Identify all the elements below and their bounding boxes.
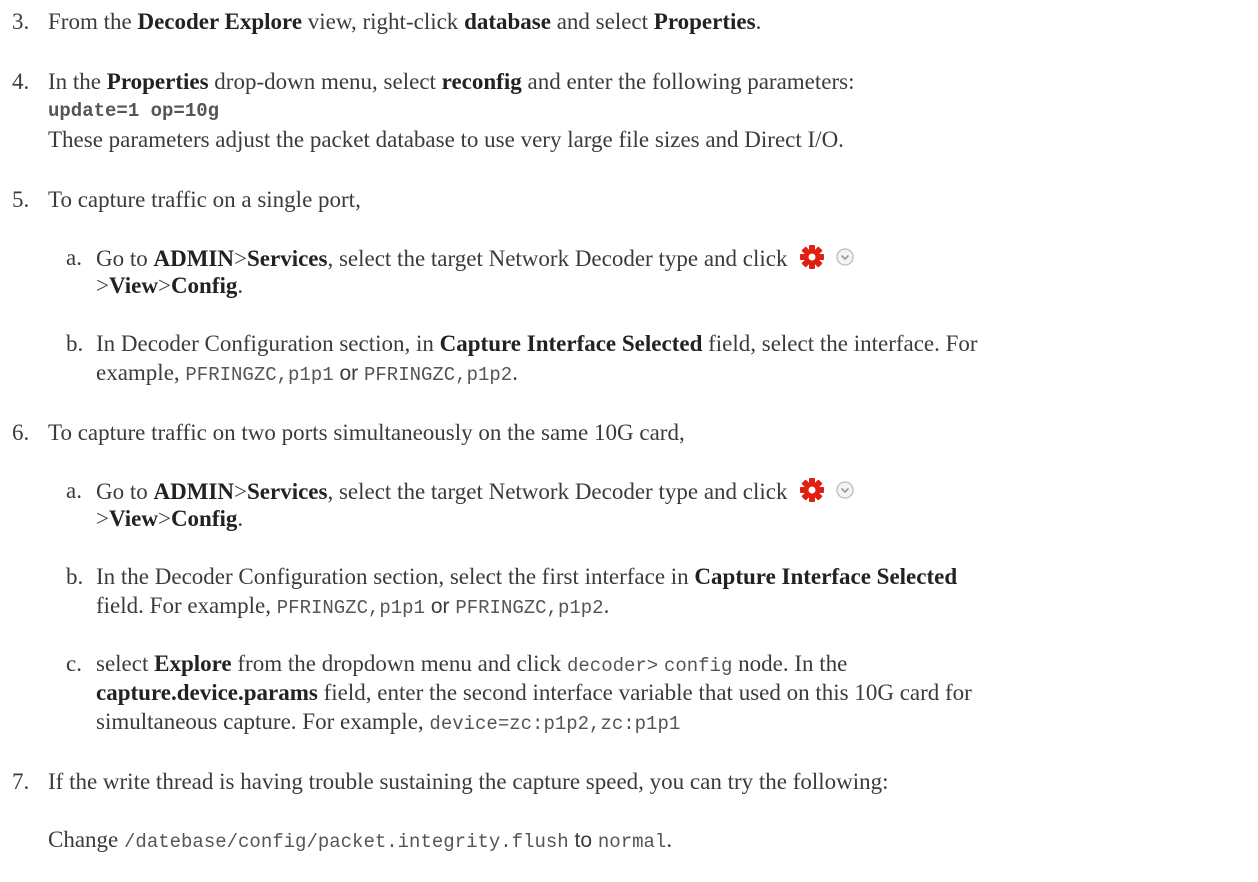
step-5b-cont: example, PFRINGZC,p1p1 or PFRINGZC,p1p2. [96, 360, 518, 386]
step-6b-text: In the Decoder Configuration section, se… [96, 564, 958, 589]
step-number: 5. [12, 187, 30, 212]
step-5b-text: In Decoder Configuration section, in Cap… [96, 331, 978, 356]
step-4-text: In the Properties drop-down menu, select… [48, 69, 855, 94]
substep-letter: a. [66, 478, 82, 503]
step-6c-cont: capture.device.params field, enter the s… [96, 680, 972, 705]
substep-letter: b. [66, 564, 84, 589]
step-number: 7. [12, 769, 30, 794]
step-5a-cont: >View>Config. [96, 273, 244, 298]
document-page: 3. From the Decoder Explore view, right-… [0, 0, 1258, 882]
step-7-text: If the write thread is having trouble su… [48, 769, 889, 794]
step-7-change: Change /datebase/config/packet.integrity… [48, 827, 673, 853]
step-6a-cont: >View>Config. [96, 506, 244, 531]
substep-letter: b. [66, 331, 84, 356]
step-3-text: From the Decoder Explore view, right-cli… [48, 9, 762, 34]
step-5-text: To capture traffic on a single port, [48, 187, 361, 212]
gear-icon[interactable] [799, 244, 859, 277]
step-4-note: These parameters adjust the packet datab… [48, 127, 844, 152]
step-6c-text: select Explore from the dropdown menu an… [96, 651, 848, 677]
step-6b-cont: field. For example, PFRINGZC,p1p1 or PFR… [96, 593, 610, 619]
step-6-text: To capture traffic on two ports simultan… [48, 420, 685, 445]
chevron-down-circle-icon [836, 481, 854, 499]
step-number: 4. [12, 69, 30, 94]
step-4-code: update=1 op=10g [48, 100, 220, 122]
step-number: 3. [12, 9, 30, 34]
substep-letter: c. [66, 651, 82, 676]
step-6c-cont2: simultaneous capture. For example, devic… [96, 709, 681, 735]
chevron-down-circle-icon [836, 248, 854, 266]
gear-icon[interactable] [799, 477, 859, 510]
substep-letter: a. [66, 245, 82, 270]
step-number: 6. [12, 420, 30, 445]
